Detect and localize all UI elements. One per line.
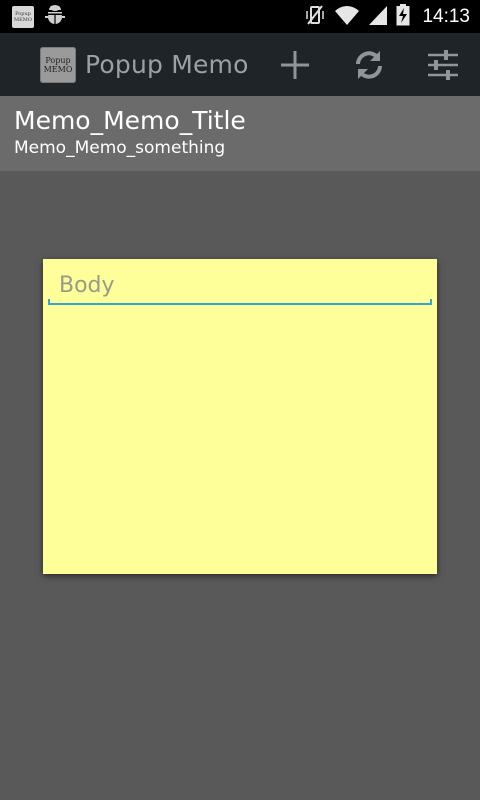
memo-popup-card: Body [43, 259, 437, 574]
action-bar: Popup MEMO Popup Memo [0, 33, 480, 96]
wifi-icon [334, 4, 360, 30]
signal-icon [368, 4, 388, 30]
add-memo-button[interactable] [258, 33, 332, 96]
refresh-button[interactable] [332, 33, 406, 96]
settings-sliders-icon [428, 49, 458, 80]
memo-title: Memo_Memo_Title [14, 106, 246, 135]
add-icon [281, 50, 309, 79]
memo-subtitle: Memo_Memo_something [14, 138, 226, 158]
memo-list-item[interactable]: Memo_Memo_Title Memo_Memo_something [0, 96, 480, 171]
refresh-icon [356, 50, 382, 79]
popup-memo-notification-icon: Popup MEMO [12, 5, 34, 28]
app-title: Popup Memo [85, 50, 249, 79]
app-logo[interactable]: Popup MEMO [40, 46, 76, 83]
android-debug-icon [44, 4, 66, 30]
status-bar: Popup MEMO 14:13 [0, 0, 480, 33]
clock: 14:13 [422, 5, 470, 27]
settings-button[interactable] [406, 33, 480, 96]
body-placeholder: Body [59, 273, 115, 298]
body-input[interactable]: Body [48, 269, 432, 305]
vibrate-icon [304, 4, 326, 30]
battery-charging-icon [396, 3, 410, 30]
